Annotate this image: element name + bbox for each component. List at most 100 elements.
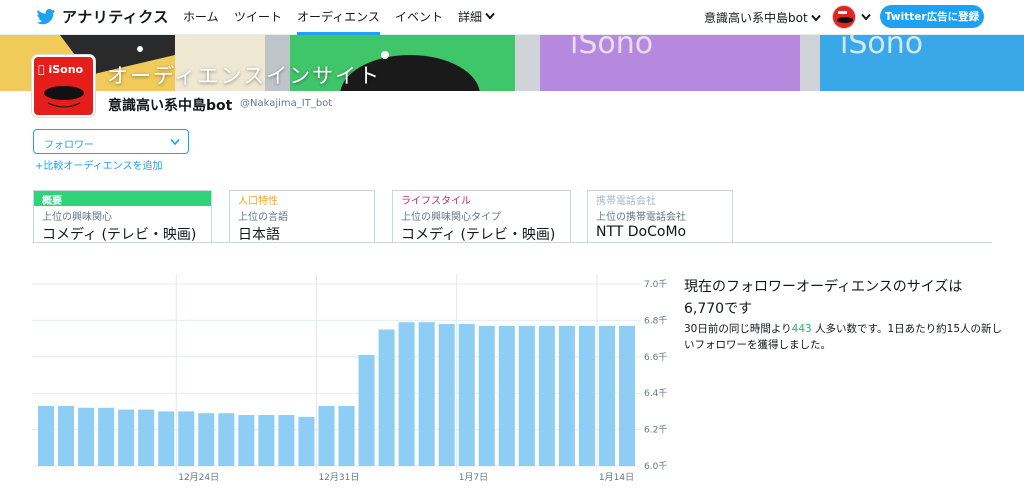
- tab-mobile-carrier-sub: 上位の携帯電話会社: [596, 212, 686, 223]
- user-name: 意識高い系中島bot: [108, 98, 233, 114]
- nav-events[interactable]: イベント: [395, 8, 443, 35]
- follower-delta: 443: [791, 323, 812, 335]
- bar: [518, 325, 535, 466]
- bar: [178, 411, 195, 466]
- nav-home[interactable]: ホーム: [183, 8, 219, 35]
- bar: [358, 354, 375, 466]
- audience-select-value: フォロワー: [44, 140, 94, 151]
- bar: [558, 325, 575, 466]
- banner-tile: iSono: [540, 35, 800, 91]
- audience-size-summary: 現在のフォロワーオーディエンスのサイズは 6,770です: [684, 276, 1004, 320]
- tab-lifestyle[interactable]: ライフスタイル 上位の興味関心タイプ コメディ (テレビ・映画): [392, 190, 571, 243]
- bar: [98, 407, 115, 466]
- y-tick-label: 7.0千: [644, 279, 667, 290]
- nav-tweets[interactable]: ツイート: [234, 8, 282, 35]
- bar: [438, 324, 455, 466]
- audience-select[interactable]: フォロワー: [33, 129, 189, 154]
- bar: [258, 415, 275, 466]
- svg-text:iSono: iSono: [840, 35, 923, 61]
- analytics-brand[interactable]: アナリティクス: [36, 6, 169, 27]
- chart-y-axis: 6.0千 6.2千 6.4千 6.6千 6.8千 7.0千: [644, 279, 667, 472]
- tab-overview[interactable]: 概要 上位の興味関心 コメディ (テレビ・映画): [33, 190, 212, 243]
- bar: [38, 405, 55, 466]
- x-tick-label: 12月31日: [318, 472, 359, 483]
- chevron-down-icon[interactable]: [861, 13, 871, 21]
- twitter-bird-icon: [36, 8, 56, 24]
- bar: [378, 329, 395, 466]
- chevron-down-icon: [810, 14, 821, 22]
- banner-tile: iSono: [820, 35, 1024, 91]
- x-tick-label: 12月24日: [178, 472, 219, 483]
- bar: [78, 407, 95, 466]
- tab-mobile-carrier-value: NTT DoCoMo: [596, 224, 687, 240]
- x-tick-label: 1月14日: [599, 472, 634, 483]
- bar: [198, 413, 215, 466]
- bar: [218, 413, 235, 466]
- tab-overview-sub: 上位の興味関心: [42, 212, 112, 223]
- profile-illustration: [44, 86, 84, 108]
- banner-tile: [515, 35, 540, 91]
- tabs-divider: [32, 242, 992, 243]
- bar: [498, 325, 515, 466]
- avatar[interactable]: [832, 5, 856, 29]
- chart-x-axis: 12月24日 12月31日 1月7日 1月14日: [178, 472, 634, 483]
- tab-lifestyle-head: ライフスタイル: [401, 196, 471, 207]
- bar: [318, 405, 335, 466]
- brand-label: アナリティクス: [62, 8, 169, 26]
- page-title: オーディエンスインサイト: [107, 64, 382, 88]
- summary-title-line2: 6,770です: [684, 301, 753, 317]
- tab-overview-head: 概要: [34, 191, 211, 207]
- summary-description: 30日前の同じ時間より443 人多い数です。1日あたり約15人の新しいフォロワー…: [684, 321, 1004, 353]
- avatar-image: [837, 11, 853, 23]
- tab-demographics-sub: 上位の言語: [238, 212, 288, 223]
- bar: [398, 322, 415, 466]
- banner-illustration: iSono: [840, 35, 923, 61]
- bar: [618, 325, 635, 466]
- y-tick-label: 6.4千: [644, 388, 667, 399]
- bar: [238, 415, 255, 466]
- chevron-down-icon: [485, 12, 495, 20]
- bar: [158, 411, 175, 466]
- twitter-ads-signup-button[interactable]: Twitter広告に登録: [880, 5, 984, 28]
- bar: [418, 322, 435, 466]
- nav-more-label: 詳細: [458, 10, 483, 24]
- follower-chart: 6.0千 6.2千 6.4千 6.6千 6.8千 7.0千 12月24日 12月31日 1月7…: [32, 274, 667, 483]
- x-tick-label: 1月7日: [459, 472, 488, 483]
- bar: [278, 415, 295, 466]
- bar: [58, 405, 75, 466]
- banner-illustration: iSono: [570, 35, 653, 61]
- tab-mobile-carrier[interactable]: 携帯電話会社 上位の携帯電話会社 NTT DoCoMo: [587, 190, 733, 243]
- tab-demographics[interactable]: 人口特性 上位の言語 日本語: [229, 190, 375, 243]
- chart-bars: [38, 322, 635, 466]
- bar: [338, 405, 355, 466]
- bar: [138, 409, 155, 466]
- y-tick-label: 6.0千: [644, 461, 667, 472]
- summary-title-line1: 現在のフォロワーオーディエンスのサイズは: [684, 279, 963, 295]
- banner-tile: [800, 35, 820, 91]
- chevron-down-icon: [170, 138, 180, 146]
- y-tick-label: 6.2千: [644, 425, 667, 436]
- y-tick-label: 6.8千: [644, 315, 667, 326]
- account-switcher[interactable]: 意識高い系中島bot: [704, 9, 821, 26]
- user-handle: @Nakajima_IT_bot: [240, 98, 333, 109]
- add-comparison-audience-link[interactable]: +比較オーディエンスを追加: [35, 157, 162, 172]
- tab-lifestyle-sub: 上位の興味関心タイプ: [401, 212, 501, 223]
- nav-more[interactable]: 詳細: [458, 8, 495, 35]
- bar: [538, 325, 555, 466]
- nav-audiences[interactable]: オーディエンス: [297, 8, 380, 35]
- bar: [578, 325, 595, 466]
- bar: [598, 325, 615, 466]
- bar: [478, 325, 495, 466]
- profile-picture:  iSono: [32, 55, 95, 117]
- tab-overview-value: コメディ (テレビ・映画): [42, 227, 197, 243]
- tab-mobile-carrier-head: 携帯電話会社: [596, 196, 656, 207]
- bar: [298, 416, 315, 466]
- bar: [458, 324, 475, 466]
- y-tick-label: 6.6千: [644, 352, 667, 363]
- tab-demographics-head: 人口特性: [238, 196, 278, 207]
- bar: [118, 409, 135, 466]
- tab-lifestyle-value: コメディ (テレビ・映画): [401, 227, 556, 243]
- summary-text-pre: 30日前の同じ時間より: [684, 323, 792, 335]
- tab-demographics-value: 日本語: [238, 227, 280, 243]
- account-name: 意識高い系中島bot: [704, 11, 808, 25]
